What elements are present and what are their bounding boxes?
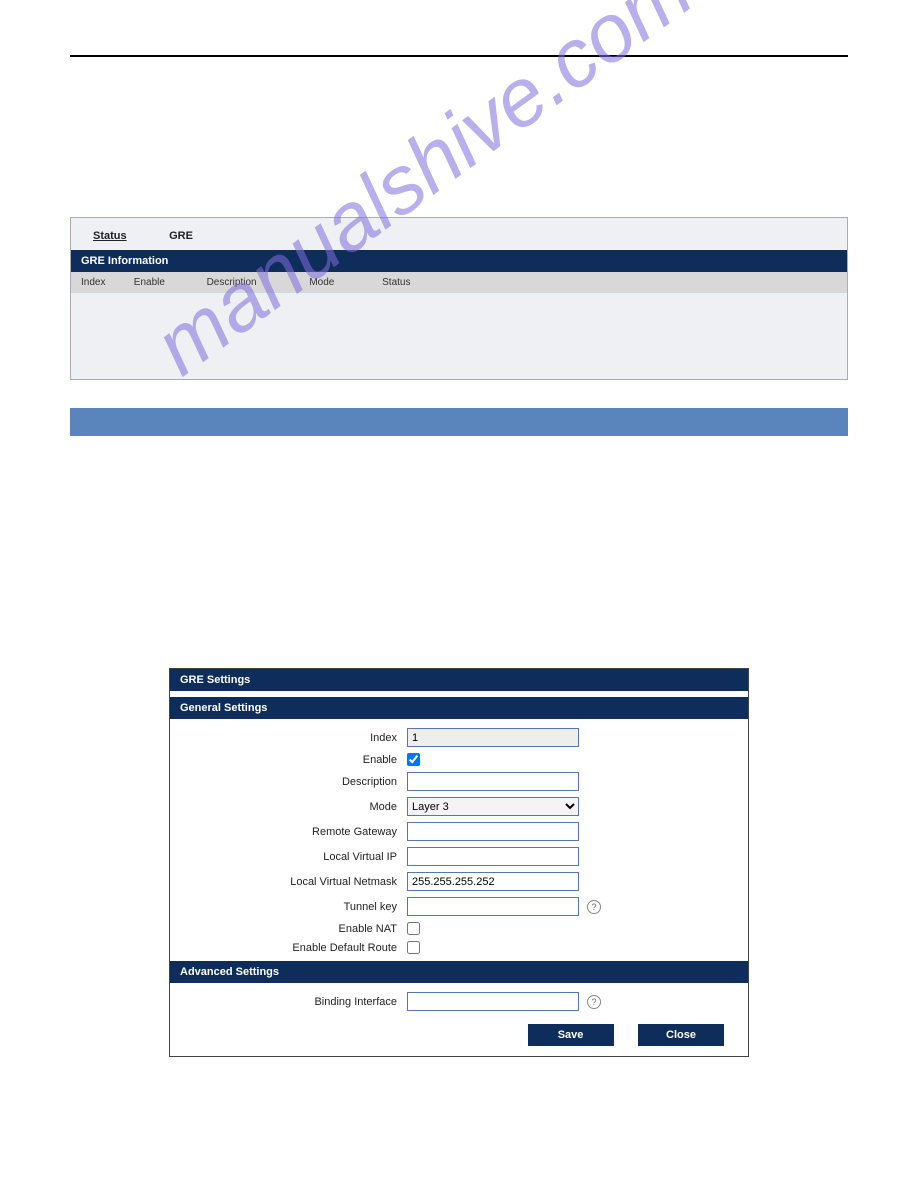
general-settings-header: General Settings — [170, 697, 748, 719]
help-icon[interactable]: ? — [587, 995, 601, 1009]
input-description[interactable] — [407, 772, 579, 791]
gre-settings-header: GRE Settings — [170, 669, 748, 691]
label-local-virtual-netmask: Local Virtual Netmask — [170, 876, 407, 888]
select-mode[interactable]: Layer 3 — [407, 797, 579, 816]
button-row: Save Close — [170, 1016, 748, 1056]
label-remote-gateway: Remote Gateway — [170, 826, 407, 838]
page-divider — [70, 55, 848, 57]
label-mode: Mode — [170, 801, 407, 813]
gre-info-columns: Index Enable Description Mode Status — [71, 272, 847, 293]
gre-settings-panel: GRE Settings General Settings Index Enab… — [169, 668, 749, 1057]
label-local-virtual-ip: Local Virtual IP — [170, 851, 407, 863]
input-binding-interface[interactable] — [407, 992, 579, 1011]
label-binding-interface: Binding Interface — [170, 996, 407, 1008]
gre-info-panel: Status GRE GRE Information Index Enable … — [70, 217, 848, 380]
gre-info-header: GRE Information — [71, 250, 847, 272]
col-mode: Mode — [309, 277, 379, 288]
blue-separator — [70, 408, 848, 436]
col-description: Description — [207, 277, 307, 288]
gre-info-body — [71, 293, 847, 379]
label-enable-nat: Enable NAT — [170, 923, 407, 935]
close-button[interactable]: Close — [638, 1024, 724, 1046]
tab-bar: Status GRE — [71, 218, 847, 250]
checkbox-enable-default-route[interactable] — [407, 941, 420, 954]
advanced-settings-header: Advanced Settings — [170, 961, 748, 983]
tab-gre[interactable]: GRE — [169, 230, 193, 242]
col-status: Status — [382, 277, 410, 288]
tab-status[interactable]: Status — [93, 230, 127, 242]
input-local-virtual-ip[interactable] — [407, 847, 579, 866]
col-enable: Enable — [134, 277, 204, 288]
label-enable: Enable — [170, 754, 407, 766]
input-tunnel-key[interactable] — [407, 897, 579, 916]
save-button[interactable]: Save — [528, 1024, 614, 1046]
checkbox-enable-nat[interactable] — [407, 922, 420, 935]
label-description: Description — [170, 776, 407, 788]
label-tunnel-key: Tunnel key — [170, 901, 407, 913]
help-icon[interactable]: ? — [587, 900, 601, 914]
input-remote-gateway[interactable] — [407, 822, 579, 841]
input-local-virtual-netmask[interactable] — [407, 872, 579, 891]
label-index: Index — [170, 732, 407, 744]
label-enable-default-route: Enable Default Route — [170, 942, 407, 954]
col-index: Index — [81, 277, 131, 288]
checkbox-enable[interactable] — [407, 753, 420, 766]
input-index — [407, 728, 579, 747]
